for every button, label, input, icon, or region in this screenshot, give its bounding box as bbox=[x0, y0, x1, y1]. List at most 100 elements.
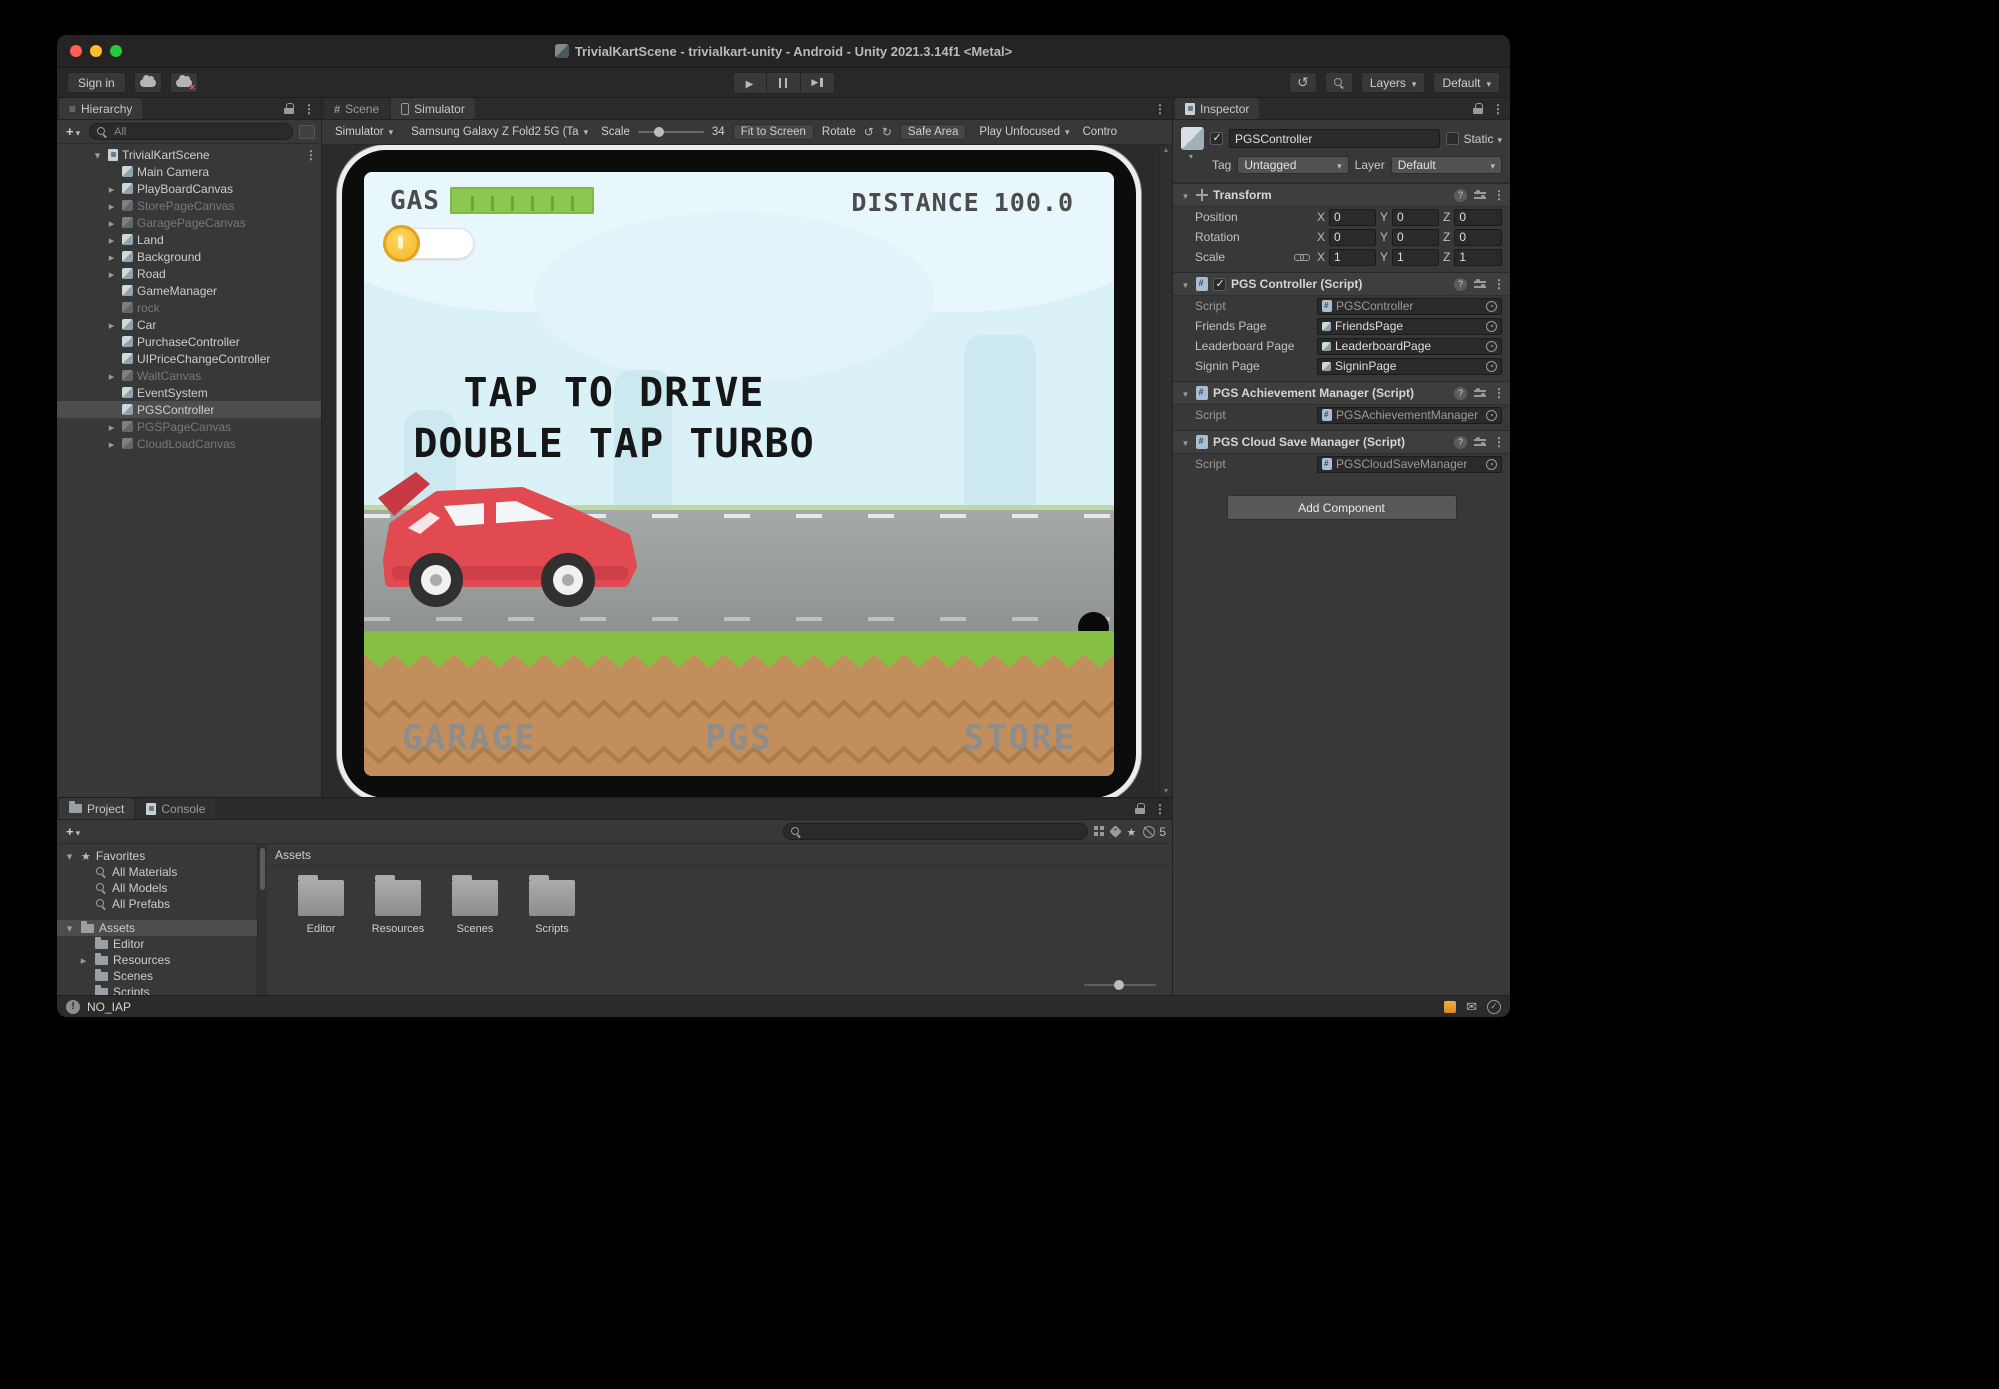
kebab-icon[interactable] bbox=[1492, 102, 1502, 116]
foldout-icon[interactable] bbox=[105, 318, 118, 332]
tab-scene[interactable]: Scene bbox=[324, 98, 389, 119]
foldout-icon[interactable] bbox=[1180, 386, 1191, 400]
foldout-icon[interactable] bbox=[105, 216, 118, 230]
active-checkbox[interactable] bbox=[1210, 132, 1223, 145]
play-unfocused-dropdown[interactable]: Play Unfocused bbox=[974, 125, 1074, 139]
garage-button[interactable]: GARAGE bbox=[402, 718, 537, 758]
position-z-field[interactable]: 0 bbox=[1454, 209, 1502, 226]
game-screen[interactable]: GAS DISTANCE 100.0 bbox=[364, 172, 1114, 776]
position-x-field[interactable]: 0 bbox=[1329, 209, 1376, 226]
object-picker-icon[interactable] bbox=[1485, 340, 1498, 353]
foldout-icon[interactable] bbox=[63, 921, 76, 935]
rotation-z-field[interactable]: 0 bbox=[1454, 229, 1502, 246]
hierarchy-item[interactable]: Land bbox=[57, 231, 321, 248]
object-picker-icon[interactable] bbox=[1485, 320, 1498, 333]
hierarchy-item[interactable]: CloudLoadCanvas bbox=[57, 435, 321, 452]
hierarchy-item[interactable]: GaragePageCanvas bbox=[57, 214, 321, 231]
foldout-icon[interactable] bbox=[105, 420, 118, 434]
layout-dropdown[interactable]: Default bbox=[1433, 72, 1500, 93]
rotate-left-icon[interactable] bbox=[864, 125, 874, 139]
layers-dropdown[interactable]: Layers bbox=[1361, 72, 1426, 93]
tree-folder[interactable]: Scenes bbox=[57, 968, 257, 984]
help-icon[interactable] bbox=[1454, 436, 1467, 449]
hierarchy-item[interactable]: PurchaseController bbox=[57, 333, 321, 350]
component-header[interactable]: PGS Cloud Save Manager (Script) bbox=[1173, 430, 1510, 454]
object-picker-icon[interactable] bbox=[1485, 458, 1498, 471]
console-activity-icon[interactable] bbox=[1466, 999, 1477, 1015]
asset-folder[interactable]: Scripts bbox=[520, 880, 584, 935]
hidden-packages-toggle[interactable]: 5 bbox=[1142, 825, 1166, 839]
static-checkbox[interactable] bbox=[1446, 132, 1459, 145]
status-message[interactable]: NO_IAP bbox=[87, 1000, 131, 1014]
background-tasks-icon[interactable] bbox=[1444, 1001, 1456, 1013]
device-dropdown[interactable]: Samsung Galaxy Z Fold2 5G (Ta bbox=[406, 125, 593, 139]
favorite-item[interactable]: All Prefabs bbox=[57, 896, 257, 912]
search-everywhere-button[interactable] bbox=[1325, 72, 1353, 93]
play-button[interactable] bbox=[733, 72, 767, 94]
presets-icon[interactable] bbox=[1474, 388, 1486, 398]
foldout-icon[interactable] bbox=[77, 953, 90, 967]
asset-folder[interactable]: Resources bbox=[366, 880, 430, 935]
favorite-item[interactable]: All Models bbox=[57, 880, 257, 896]
asset-folder[interactable]: Editor bbox=[289, 880, 353, 935]
safe-area-button[interactable]: Safe Area bbox=[900, 124, 967, 140]
uniform-scale-link-icon[interactable] bbox=[1294, 252, 1309, 262]
hierarchy-item[interactable]: Main Camera bbox=[57, 163, 321, 180]
help-icon[interactable] bbox=[1454, 278, 1467, 291]
hierarchy-item-scene[interactable]: TrivialKartScene bbox=[57, 146, 321, 163]
foldout-icon[interactable] bbox=[105, 199, 118, 213]
search-by-type-icon[interactable] bbox=[1094, 826, 1105, 837]
rotation-y-field[interactable]: 0 bbox=[1392, 229, 1439, 246]
scale-y-field[interactable]: 1 bbox=[1392, 249, 1439, 266]
foldout-icon[interactable] bbox=[63, 849, 76, 863]
tab-project[interactable]: Project bbox=[59, 798, 134, 819]
zoom-window-button[interactable] bbox=[110, 45, 122, 57]
hierarchy-item[interactable]: StorePageCanvas bbox=[57, 197, 321, 214]
asset-folder[interactable]: Scenes bbox=[443, 880, 507, 935]
coin-toggle[interactable] bbox=[386, 228, 474, 259]
script-object-field[interactable]: PGSController bbox=[1317, 298, 1502, 315]
tab-simulator[interactable]: Simulator bbox=[391, 98, 475, 119]
rotation-x-field[interactable]: 0 bbox=[1329, 229, 1376, 246]
kebab-icon[interactable] bbox=[303, 102, 313, 116]
lock-icon[interactable] bbox=[284, 103, 294, 114]
component-enabled-checkbox[interactable] bbox=[1213, 278, 1226, 291]
tab-console[interactable]: Console bbox=[136, 798, 215, 819]
step-button[interactable] bbox=[801, 72, 835, 94]
hierarchy-item[interactable]: EventSystem bbox=[57, 384, 321, 401]
kebab-icon[interactable] bbox=[1493, 188, 1503, 202]
hierarchy-item-selected[interactable]: PGSController bbox=[57, 401, 321, 418]
foldout-icon[interactable] bbox=[105, 437, 118, 451]
progress-idle-icon[interactable] bbox=[1487, 1000, 1501, 1014]
object-picker-icon[interactable] bbox=[1485, 300, 1498, 313]
favorites-root[interactable]: Favorites bbox=[57, 848, 257, 864]
foldout-icon[interactable] bbox=[105, 267, 118, 281]
minimize-window-button[interactable] bbox=[90, 45, 102, 57]
foldout-icon[interactable] bbox=[91, 148, 104, 162]
leaderboard-page-field[interactable]: LeaderboardPage bbox=[1317, 338, 1502, 355]
lock-icon[interactable] bbox=[1135, 803, 1145, 814]
search-by-label-icon[interactable] bbox=[1110, 825, 1123, 838]
close-window-button[interactable] bbox=[70, 45, 82, 57]
save-search-icon[interactable] bbox=[1126, 825, 1136, 839]
static-dropdown[interactable]: Static bbox=[1446, 132, 1502, 146]
rotate-right-icon[interactable] bbox=[882, 125, 892, 139]
hierarchy-item[interactable]: Road bbox=[57, 265, 321, 282]
pgs-button[interactable]: PGS bbox=[705, 718, 772, 758]
presets-icon[interactable] bbox=[1474, 279, 1486, 289]
hierarchy-item[interactable]: rock bbox=[57, 299, 321, 316]
help-icon[interactable] bbox=[1454, 189, 1467, 202]
scroll-down-icon[interactable]: ▼ bbox=[1163, 788, 1170, 795]
services-status-button[interactable] bbox=[170, 72, 198, 93]
scale-slider[interactable] bbox=[638, 131, 704, 133]
kebab-icon[interactable] bbox=[1493, 435, 1503, 449]
tree-folder[interactable]: Resources bbox=[57, 952, 257, 968]
component-header[interactable]: PGS Controller (Script) bbox=[1173, 272, 1510, 296]
object-picker-icon[interactable] bbox=[1485, 409, 1498, 422]
layer-dropdown[interactable]: Default bbox=[1391, 156, 1502, 174]
hierarchy-item[interactable]: Background bbox=[57, 248, 321, 265]
add-component-button[interactable]: Add Component bbox=[1227, 495, 1457, 520]
scene-scrollbar[interactable]: ▲▼ bbox=[1159, 145, 1172, 797]
favorite-item[interactable]: All Materials bbox=[57, 864, 257, 880]
scene-visibility-icon[interactable] bbox=[299, 125, 315, 139]
